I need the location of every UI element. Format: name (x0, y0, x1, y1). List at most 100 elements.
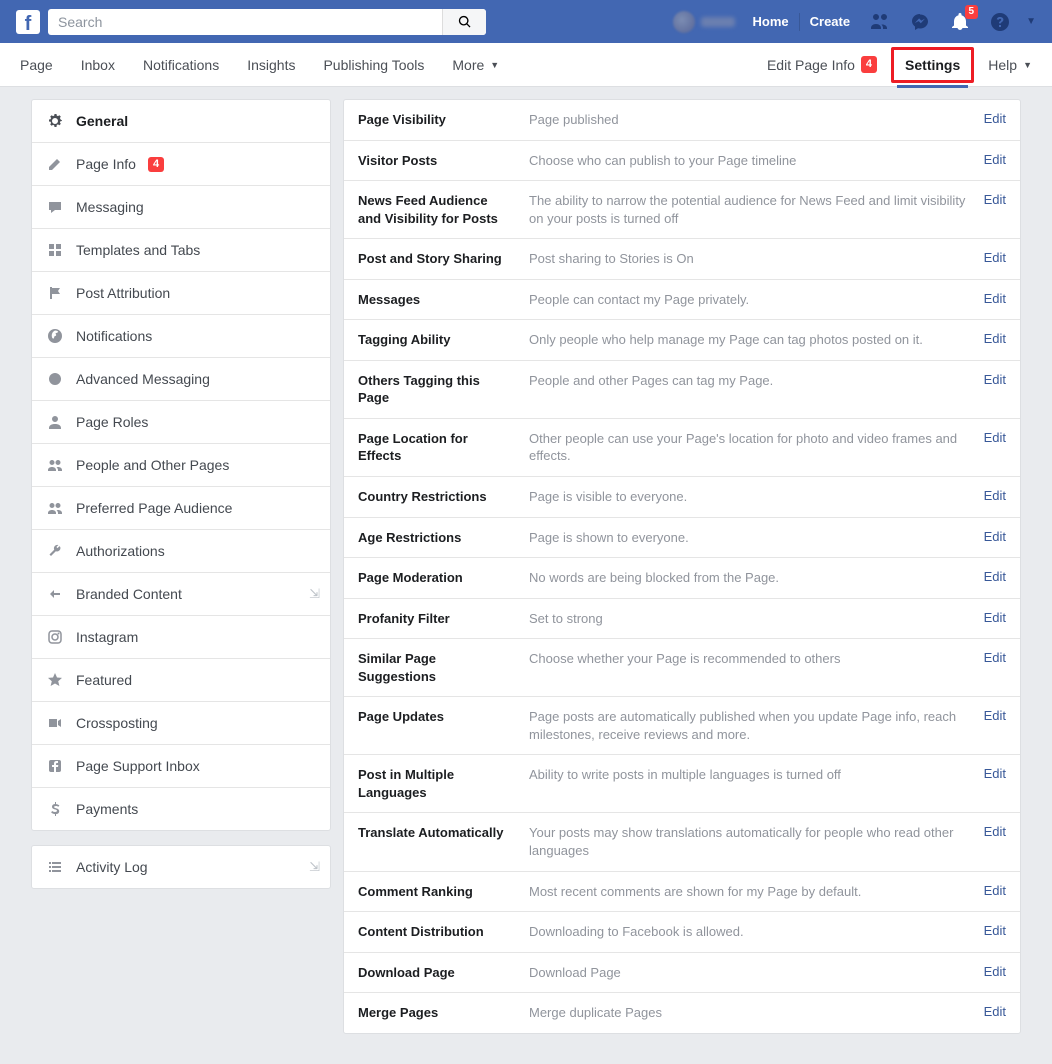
setting-edit-link[interactable]: Edit (984, 111, 1006, 126)
sidebar-item-page-support-inbox[interactable]: Page Support Inbox (32, 744, 330, 787)
tab-settings[interactable]: Settings (891, 43, 974, 87)
setting-row-similar-page-suggestions: Similar Page SuggestionsChoose whether y… (344, 638, 1020, 696)
setting-label: Messages (358, 291, 513, 309)
tab-more[interactable]: More ▼ (438, 43, 513, 87)
setting-row-messages: MessagesPeople can contact my Page priva… (344, 279, 1020, 320)
setting-edit-link[interactable]: Edit (984, 923, 1006, 938)
setting-row-news-feed-audience-and-visibility-for-posts: News Feed Audience and Visibility for Po… (344, 180, 1020, 238)
edit-page-info-badge: 4 (861, 56, 877, 73)
setting-edit-link[interactable]: Edit (984, 569, 1006, 584)
sidebar-item-payments[interactable]: Payments (32, 787, 330, 830)
friend-requests-button[interactable] (860, 8, 900, 36)
setting-edit-link[interactable]: Edit (984, 152, 1006, 167)
setting-value: Most recent comments are shown for my Pa… (529, 883, 968, 901)
setting-row-others-tagging-this-page: Others Tagging this PagePeople and other… (344, 360, 1020, 418)
setting-edit-link[interactable]: Edit (984, 291, 1006, 306)
setting-value: Page published (529, 111, 968, 129)
setting-edit-link[interactable]: Edit (984, 372, 1006, 387)
home-link[interactable]: Home (743, 8, 799, 36)
create-link[interactable]: Create (800, 8, 860, 36)
sidebar-item-activity-log[interactable]: Activity Log⇲ (32, 846, 330, 888)
tab-publishing-tools[interactable]: Publishing Tools (309, 43, 438, 87)
setting-edit-link[interactable]: Edit (984, 708, 1006, 723)
sidebar-item-templates-and-tabs[interactable]: Templates and Tabs (32, 228, 330, 271)
setting-edit-link[interactable]: Edit (984, 488, 1006, 503)
caret-down-icon: ▼ (490, 60, 499, 70)
bubble-icon (46, 370, 64, 388)
sidebar-item-label: Messaging (76, 199, 144, 215)
account-menu-button[interactable]: ▼ (1020, 16, 1042, 27)
setting-row-merge-pages: Merge PagesMerge duplicate PagesEdit (344, 992, 1020, 1033)
setting-value: Page is visible to everyone. (529, 488, 968, 506)
setting-edit-link[interactable]: Edit (984, 331, 1006, 346)
tab-edit-page-info[interactable]: Edit Page Info 4 (753, 43, 891, 87)
tab-page[interactable]: Page (6, 43, 67, 87)
setting-value: Merge duplicate Pages (529, 1004, 968, 1022)
notifications-button[interactable]: 5 (940, 8, 980, 36)
setting-edit-link[interactable]: Edit (984, 650, 1006, 665)
fb-icon (46, 757, 64, 775)
setting-edit-link[interactable]: Edit (984, 883, 1006, 898)
setting-edit-link[interactable]: Edit (984, 610, 1006, 625)
search-wrap (48, 9, 486, 35)
setting-edit-link[interactable]: Edit (984, 192, 1006, 207)
sidebar-item-authorizations[interactable]: Authorizations (32, 529, 330, 572)
sidebar-item-messaging[interactable]: Messaging (32, 185, 330, 228)
setting-value: Your posts may show translations automat… (529, 824, 968, 859)
sidebar-item-label: Crossposting (76, 715, 158, 731)
setting-row-download-page: Download PageDownload PageEdit (344, 952, 1020, 993)
search-input[interactable] (48, 9, 486, 35)
help-icon (990, 12, 1010, 32)
setting-row-page-visibility: Page VisibilityPage publishedEdit (344, 100, 1020, 140)
globe-icon (46, 327, 64, 345)
sidebar-item-notifications[interactable]: Notifications (32, 314, 330, 357)
external-link-icon: ⇲ (309, 586, 320, 602)
sidebar-item-label: Page Roles (76, 414, 148, 430)
tab-notifications[interactable]: Notifications (129, 43, 233, 87)
sidebar-item-preferred-page-audience[interactable]: Preferred Page Audience (32, 486, 330, 529)
setting-edit-link[interactable]: Edit (984, 1004, 1006, 1019)
setting-edit-link[interactable]: Edit (984, 430, 1006, 445)
setting-label: Country Restrictions (358, 488, 513, 506)
setting-edit-link[interactable]: Edit (984, 824, 1006, 839)
sidebar-item-people-and-other-pages[interactable]: People and Other Pages (32, 443, 330, 486)
setting-edit-link[interactable]: Edit (984, 529, 1006, 544)
setting-row-age-restrictions: Age RestrictionsPage is shown to everyon… (344, 517, 1020, 558)
setting-row-translate-automatically: Translate AutomaticallyYour posts may sh… (344, 812, 1020, 870)
sidebar-item-page-info[interactable]: Page Info4 (32, 142, 330, 185)
setting-row-post-and-story-sharing: Post and Story SharingPost sharing to St… (344, 238, 1020, 279)
setting-value: Set to strong (529, 610, 968, 628)
star-icon (46, 671, 64, 689)
sidebar-item-page-roles[interactable]: Page Roles (32, 400, 330, 443)
sidebar-item-label: Instagram (76, 629, 138, 645)
sidebar-item-instagram[interactable]: Instagram (32, 615, 330, 658)
facebook-logo-icon[interactable]: f (16, 10, 40, 34)
tab-help[interactable]: Help ▼ (974, 43, 1046, 87)
messages-button[interactable] (900, 8, 940, 36)
sidebar-item-advanced-messaging[interactable]: Advanced Messaging (32, 357, 330, 400)
sidebar-item-crossposting[interactable]: Crossposting (32, 701, 330, 744)
sidebar-item-label: Payments (76, 801, 138, 817)
setting-value: Downloading to Facebook is allowed. (529, 923, 968, 941)
setting-edit-link[interactable]: Edit (984, 766, 1006, 781)
sidebar-item-general[interactable]: General (32, 100, 330, 142)
quick-help-button[interactable] (980, 8, 1020, 36)
tab-insights[interactable]: Insights (233, 43, 309, 87)
sidebar-item-branded-content[interactable]: Branded Content⇲ (32, 572, 330, 615)
setting-edit-link[interactable]: Edit (984, 250, 1006, 265)
setting-edit-link[interactable]: Edit (984, 964, 1006, 979)
setting-label: Post in Multiple Languages (358, 766, 513, 801)
sidebar-item-featured[interactable]: Featured (32, 658, 330, 701)
setting-row-post-in-multiple-languages: Post in Multiple LanguagesAbility to wri… (344, 754, 1020, 812)
sidebar-item-label: Page Info (76, 156, 136, 172)
person-icon (46, 413, 64, 431)
sidebar-item-label: Post Attribution (76, 285, 170, 301)
sidebar-item-post-attribution[interactable]: Post Attribution (32, 271, 330, 314)
tab-inbox[interactable]: Inbox (67, 43, 129, 87)
sidebar-item-label: Activity Log (76, 859, 148, 875)
profile-chip[interactable] (665, 8, 743, 36)
search-icon (458, 15, 472, 29)
edit-page-info-label: Edit Page Info (767, 57, 855, 73)
people-icon (46, 456, 64, 474)
search-button[interactable] (442, 9, 486, 35)
